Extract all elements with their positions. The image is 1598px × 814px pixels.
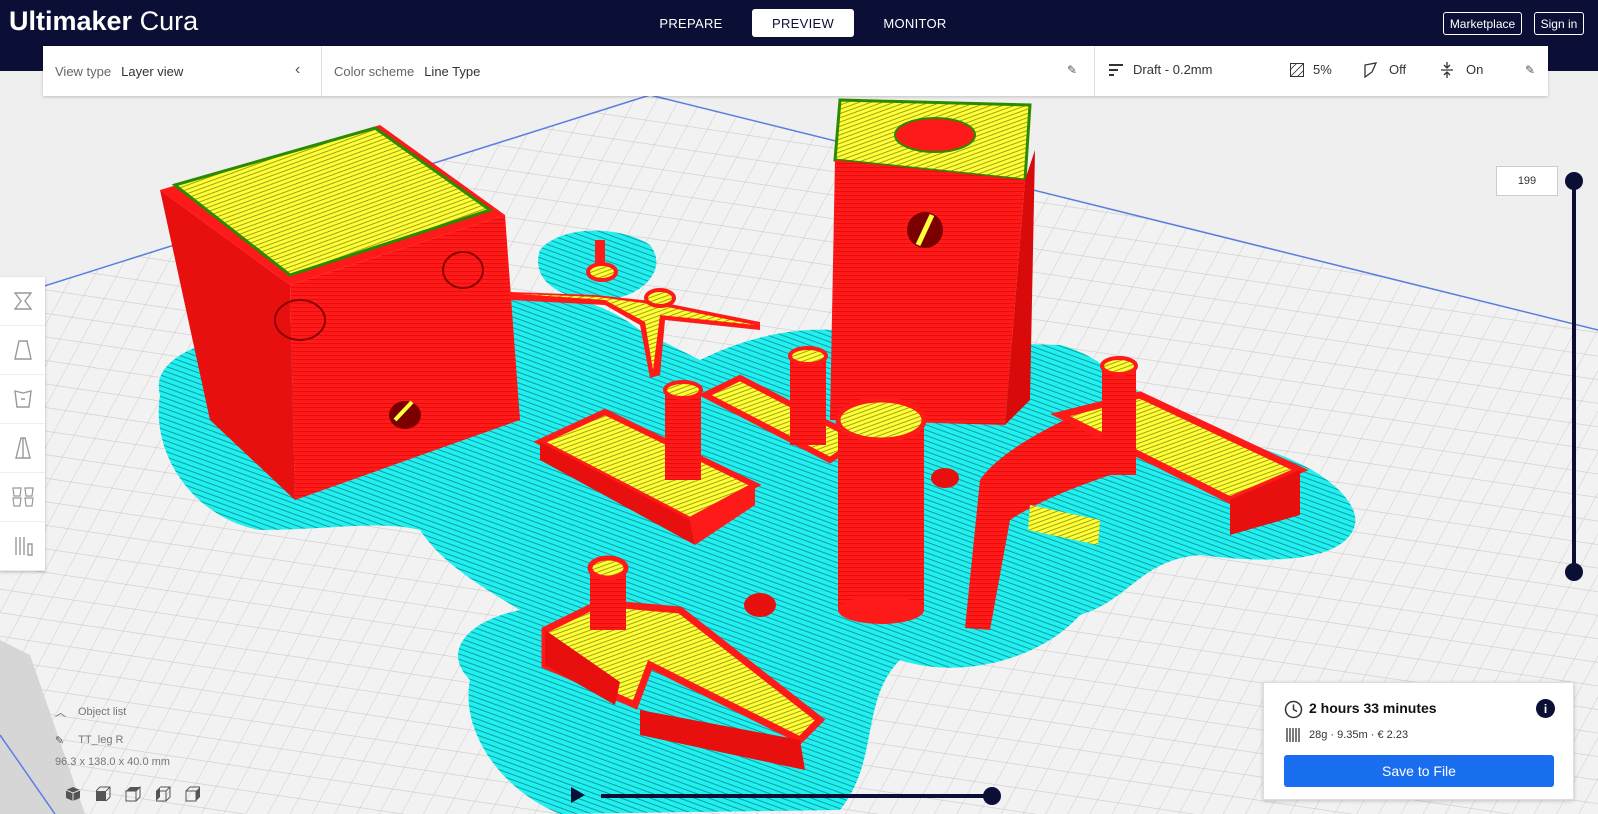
- move-tool-icon[interactable]: [0, 277, 45, 326]
- pencil-icon[interactable]: ✎: [1067, 63, 1077, 77]
- layer-slider-lower-handle[interactable]: [1565, 563, 1583, 581]
- view-settings-bar: View type Layer view ‹ Color scheme Line…: [43, 46, 1548, 96]
- color-scheme-selector[interactable]: Color scheme Line Type ✎: [321, 46, 1094, 96]
- front-view-icon[interactable]: [88, 784, 118, 804]
- per-model-settings-icon[interactable]: [0, 473, 45, 522]
- rotate-tool-icon[interactable]: [0, 375, 45, 424]
- adhesion-icon: [1441, 62, 1453, 78]
- object-list-panel: ︿ Object list ✎ TT_leg R 96.3 x 138.0 x …: [55, 698, 170, 768]
- profile-icon: [1109, 64, 1123, 76]
- path-slider-track[interactable]: [601, 794, 991, 798]
- app-logo: Ultimaker Cura: [9, 6, 198, 37]
- chevron-up-icon: ︿: [55, 707, 66, 719]
- camera-view-buttons: [58, 784, 208, 804]
- info-icon[interactable]: i: [1536, 699, 1555, 718]
- support-icon: [1364, 62, 1377, 78]
- path-slider-handle[interactable]: [983, 787, 1001, 805]
- tab-prepare[interactable]: PREPARE: [640, 9, 742, 37]
- spool-icon: [1286, 728, 1300, 742]
- tab-preview[interactable]: PREVIEW: [752, 9, 854, 37]
- brand-product: Cura: [139, 6, 199, 36]
- view-type-value: Layer view: [121, 63, 184, 79]
- object-dimensions: 96.3 x 138.0 x 40.0 mm: [55, 756, 170, 768]
- view-type-label: View type: [55, 63, 112, 79]
- adhesion-value: On: [1466, 62, 1484, 77]
- sign-in-button[interactable]: Sign in: [1534, 12, 1584, 35]
- infill-icon: [1290, 63, 1304, 77]
- chevron-left-icon[interactable]: ‹: [295, 61, 300, 79]
- marketplace-button[interactable]: Marketplace: [1443, 12, 1522, 35]
- view-type-selector[interactable]: View type Layer view ‹: [43, 46, 321, 96]
- clock-icon: [1284, 700, 1303, 719]
- play-icon[interactable]: [571, 787, 585, 803]
- layer-slider-track[interactable]: [1572, 178, 1576, 570]
- material-usage: 28g · 9.35m · € 2.23: [1309, 729, 1409, 741]
- tall-block-model: [830, 98, 1035, 425]
- layer-number-input[interactable]: 199: [1496, 166, 1558, 196]
- support-blocker-icon[interactable]: [0, 522, 45, 571]
- tab-monitor[interactable]: MONITOR: [864, 9, 966, 37]
- print-time: 2 hours 33 minutes: [1309, 700, 1437, 716]
- save-to-file-button[interactable]: Save to File: [1284, 755, 1554, 787]
- object-name: TT_leg R: [78, 734, 124, 746]
- infill-value: 5%: [1313, 62, 1332, 77]
- brand-name: Ultimaker: [9, 6, 133, 36]
- right-view-icon[interactable]: [178, 784, 208, 804]
- left-view-icon[interactable]: [148, 784, 178, 804]
- 3d-view-icon[interactable]: [58, 784, 88, 804]
- profile-value: Draft - 0.2mm: [1133, 62, 1213, 77]
- mirror-tool-icon[interactable]: [0, 424, 45, 473]
- scale-tool-icon[interactable]: [0, 326, 45, 375]
- color-scheme-value: Line Type: [424, 63, 481, 79]
- pencil-icon[interactable]: ✎: [1525, 63, 1535, 77]
- support-value: Off: [1389, 62, 1407, 77]
- print-information-panel: 2 hours 33 minutes i 28g · 9.35m · € 2.2…: [1263, 682, 1574, 800]
- layer-slider-upper-handle[interactable]: [1565, 172, 1583, 190]
- top-view-icon[interactable]: [118, 784, 148, 804]
- object-list-label: Object list: [78, 706, 127, 718]
- object-name-row[interactable]: ✎ TT_leg R: [55, 726, 170, 754]
- color-scheme-label: Color scheme: [334, 63, 415, 79]
- pencil-icon: ✎: [55, 734, 65, 747]
- object-list-toggle[interactable]: ︿ Object list: [55, 698, 170, 726]
- print-settings-selector[interactable]: Draft - 0.2mm 5% Off On ✎: [1094, 46, 1548, 96]
- tool-panel: [0, 277, 45, 571]
- stage-tabs: PREPARE PREVIEW MONITOR: [640, 9, 976, 37]
